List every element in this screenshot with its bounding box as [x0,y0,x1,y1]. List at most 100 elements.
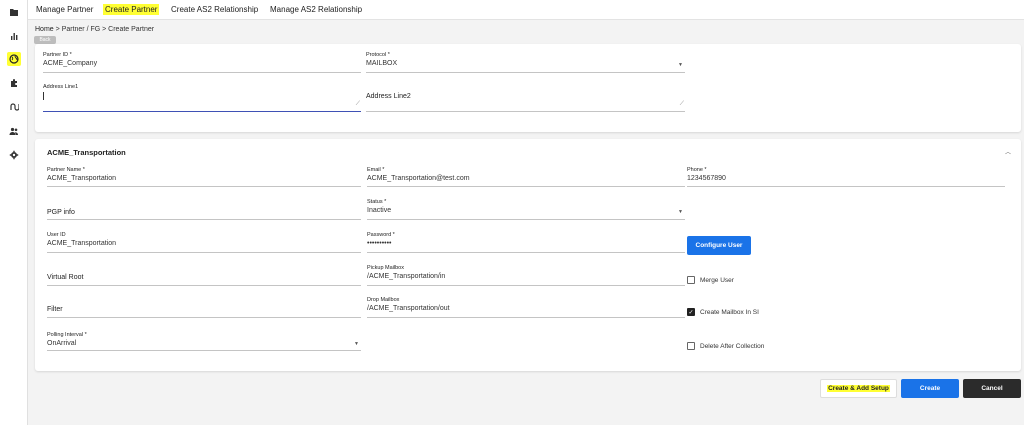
password-label: Password * [367,232,395,238]
virtual-root-placeholder: Virtual Root [47,274,84,281]
chevron-down-icon[interactable]: ▼ [678,209,683,215]
create-button[interactable]: Create [901,379,959,398]
tab-manage-as2-relationship[interactable]: Manage AS2 Relationship [268,4,364,15]
route-icon[interactable] [7,100,21,114]
user-id-field[interactable]: User ID ACME_Transportation [47,232,361,253]
partner-detail-card: ACME_Transportation ︿ Partner Name * ACM… [35,139,1021,371]
email-underline [367,186,685,187]
address-line1-cursor [43,92,44,100]
phone-label: Phone * [687,167,707,173]
polling-interval-value[interactable]: OnArrival [47,340,361,347]
merge-user-box[interactable] [687,276,695,284]
polling-interval-label: Polling Interval * [47,332,87,338]
tab-create-partner[interactable]: Create Partner [103,4,160,15]
filter-underline [47,317,361,318]
breadcrumb: Home > Partner / FG > Create Partner [35,26,154,33]
sidebar [0,0,28,425]
address-line1-label: Address Line1 [43,84,79,90]
password-field[interactable]: Password * •••••••••• [367,232,685,253]
merge-user-label: Merge User [700,276,734,284]
user-id-underline [47,252,361,253]
status-underline [367,219,685,220]
email-field[interactable]: Email * ACME_Transportation@test.com [367,167,685,187]
user-id-label: User ID [47,232,66,238]
pgp-info-underline [47,219,361,220]
user-id-value[interactable]: ACME_Transportation [47,240,361,247]
virtual-root-underline [47,285,361,286]
resize-handle-icon[interactable]: ⟋ [680,101,684,108]
address-line1-underline [43,111,361,112]
polling-interval-underline [47,350,361,351]
section-title: ACME_Transportation [47,148,126,157]
partner-id-label: Partner ID * [43,52,72,58]
drop-mailbox-label: Drop Mailbox [367,297,400,303]
chevron-down-icon[interactable]: ▼ [678,62,683,68]
delete-after-label: Delete After Collection [700,342,765,350]
check-icon[interactable]: ✓ [687,308,695,316]
create-mailbox-checkbox[interactable]: ✓ Create Mailbox In SI [687,308,759,316]
create-and-add-setup-button[interactable]: Create & Add Setup [820,379,897,398]
breadcrumb-home[interactable]: Home [35,26,54,33]
pickup-mailbox-field[interactable]: Pickup Mailbox /ACME_Transportation/in [367,265,685,286]
merge-user-checkbox[interactable]: Merge User [687,276,734,284]
protocol-value[interactable]: MAILBOX [366,60,685,67]
delete-after-box[interactable] [687,342,695,350]
partner-id-value[interactable]: ACME_Company [43,60,361,67]
polling-interval-select[interactable]: Polling Interval * OnArrival ▼ [47,332,361,351]
create-mailbox-label: Create Mailbox In SI [700,308,759,316]
status-value[interactable]: Inactive [367,207,685,214]
globe-icon[interactable] [7,52,21,66]
protocol-underline [366,72,685,73]
gear-icon[interactable] [7,148,21,162]
address-line2-field[interactable]: Address Line2 ⟋ [366,84,685,112]
chevron-down-icon[interactable]: ▼ [354,341,359,347]
address-line1-field[interactable]: Address Line1 ⟋ [43,84,361,112]
password-underline [367,252,685,253]
top-navigation: Manage Partner Create Partner Create AS2… [28,0,1024,20]
protocol-select[interactable]: Protocol * MAILBOX ▼ [366,52,685,73]
pickup-mailbox-value[interactable]: /ACME_Transportation/in [367,273,685,280]
breadcrumb-rest: Partner / FG > Create Partner [61,26,155,33]
phone-underline [687,186,1005,187]
chevron-up-icon[interactable]: ︿ [1005,147,1011,156]
configure-user-button[interactable]: Configure User [687,236,751,255]
address-line2-underline [366,111,685,112]
status-label: Status * [367,199,387,205]
pgp-info-placeholder: PGP info [47,209,75,216]
pickup-mailbox-label: Pickup Mailbox [367,265,404,271]
partner-id-underline [43,72,361,73]
back-hint-tooltip: Back [34,36,56,44]
phone-value[interactable]: 1234567890 [687,175,1005,182]
drop-mailbox-value[interactable]: /ACME_Transportation/out [367,305,685,312]
filter-field[interactable]: Filter [47,297,361,318]
drop-mailbox-underline [367,317,685,318]
partner-top-card: Partner ID * ACME_Company Protocol * MAI… [35,44,1021,132]
partner-name-value[interactable]: ACME_Transportation [47,175,361,182]
bar-chart-icon[interactable] [7,29,21,43]
resize-handle-icon[interactable]: ⟋ [356,101,360,108]
email-label: Email * [367,167,385,173]
partner-name-underline [47,186,361,187]
protocol-label: Protocol * [366,52,390,58]
virtual-root-field[interactable]: Virtual Root [47,265,361,286]
tab-manage-partner[interactable]: Manage Partner [34,4,95,15]
status-select[interactable]: Status * Inactive ▼ [367,199,685,220]
partner-name-field[interactable]: Partner Name * ACME_Transportation [47,167,361,187]
phone-field[interactable]: Phone * 1234567890 [687,167,1005,187]
pickup-mailbox-underline [367,285,685,286]
tab-create-as2-relationship[interactable]: Create AS2 Relationship [169,4,260,15]
address-line2-placeholder: Address Line2 [366,93,411,100]
folder-icon[interactable] [7,5,21,19]
delete-after-collection-checkbox[interactable]: Delete After Collection [687,342,764,350]
create-and-add-setup-label: Create & Add Setup [827,385,890,392]
drop-mailbox-field[interactable]: Drop Mailbox /ACME_Transportation/out [367,297,685,318]
partner-name-label: Partner Name * [47,167,85,173]
puzzle-icon[interactable] [7,76,21,90]
breadcrumb-separator: > [55,26,60,33]
email-value[interactable]: ACME_Transportation@test.com [367,175,685,182]
partner-id-field[interactable]: Partner ID * ACME_Company [43,52,361,73]
pgp-info-field[interactable]: PGP info [47,199,361,220]
cancel-button[interactable]: Cancel [963,379,1021,398]
people-icon[interactable] [7,124,21,138]
password-value[interactable]: •••••••••• [367,240,685,247]
